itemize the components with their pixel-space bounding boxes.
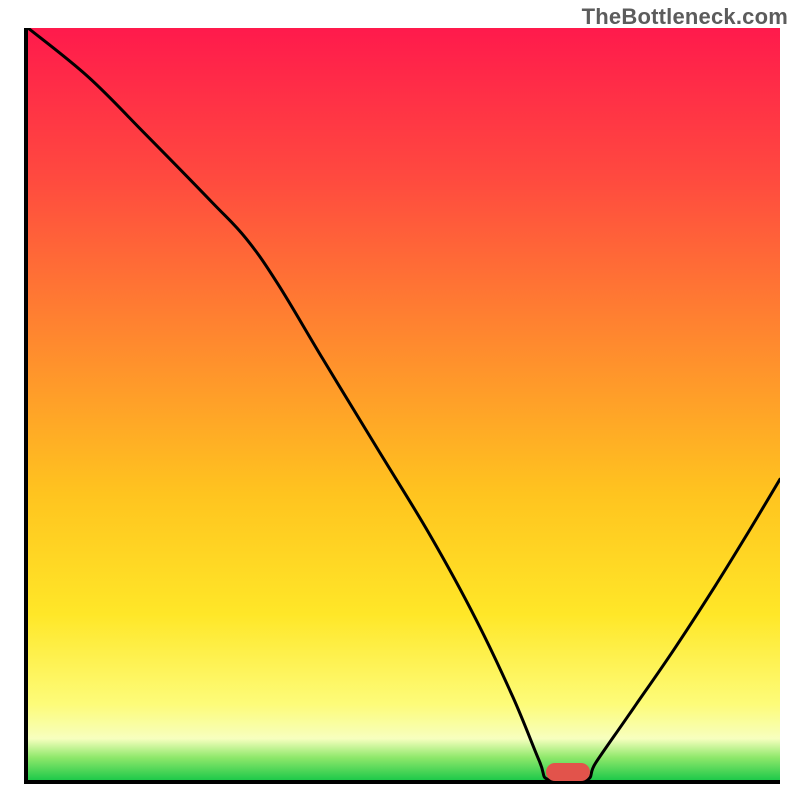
watermark-text: TheBottleneck.com [582, 4, 788, 30]
optimal-point-marker [546, 763, 590, 781]
chart-plot-area [28, 28, 780, 780]
chart-gradient-background [28, 28, 780, 780]
chart-svg [28, 28, 780, 780]
chart-axes-frame [24, 28, 780, 784]
